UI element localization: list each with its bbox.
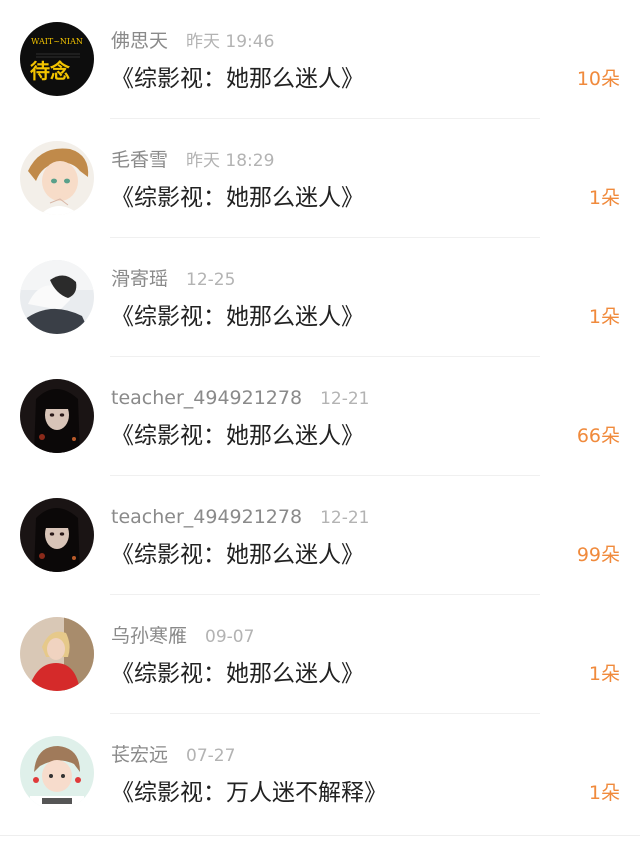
- wait-nian-logo-avatar[interactable]: WAIT~NIAN 待念: [20, 22, 94, 96]
- book-title[interactable]: 《综影视：万人迷不解释》: [111, 774, 387, 812]
- book-title[interactable]: 《综影视：她那么迷人》: [111, 298, 364, 336]
- avatar-logo-text: WAIT~NIAN: [31, 37, 83, 46]
- user-name[interactable]: 苌宏远: [111, 744, 168, 766]
- user-name[interactable]: teacher_494921278: [111, 506, 302, 528]
- gift-count: 10朵: [576, 68, 620, 90]
- gift-record-list: WAIT~NIAN 待念 佛思天 昨天 19:46 《综影视：她那么迷人》 10朵: [0, 0, 640, 846]
- timestamp: 昨天 19:46: [186, 32, 275, 52]
- gift-count: 99朵: [576, 544, 620, 566]
- cartoon-kid-avatar[interactable]: [20, 736, 94, 810]
- gift-count: 1朵: [588, 782, 620, 804]
- book-title[interactable]: 《综影视：她那么迷人》: [111, 60, 364, 98]
- timestamp: 09-07: [205, 627, 255, 647]
- timestamp: 07-27: [186, 746, 236, 766]
- dark-girl-avatar[interactable]: [20, 498, 94, 572]
- list-item[interactable]: teacher_494921278 12-21 《综影视：她那么迷人》 66朵: [0, 357, 640, 476]
- list-item[interactable]: 毛香雪 昨天 18:29 《综影视：她那么迷人》 1朵: [0, 119, 640, 238]
- divider: [0, 835, 640, 836]
- timestamp: 12-21: [320, 389, 370, 409]
- list-item[interactable]: 滑寄瑶 12-25 《综影视：她那么迷人》 1朵: [0, 238, 640, 357]
- book-title[interactable]: 《综影视：她那么迷人》: [111, 655, 364, 693]
- user-name[interactable]: 乌孙寒雁: [111, 625, 187, 647]
- list-item[interactable]: 苌宏远 07-27 《综影视：万人迷不解释》 1朵: [0, 714, 640, 833]
- dark-girl-avatar[interactable]: [20, 379, 94, 453]
- user-name[interactable]: 佛思天: [111, 30, 168, 52]
- user-name[interactable]: 毛香雪: [111, 149, 168, 171]
- photo-person-avatar[interactable]: [20, 260, 94, 334]
- list-item[interactable]: 乌孙寒雁 09-07 《综影视：她那么迷人》 1朵: [0, 595, 640, 714]
- book-title[interactable]: 《综影视：她那么迷人》: [111, 536, 364, 574]
- gift-count: 1朵: [588, 663, 620, 685]
- gift-count: 66朵: [576, 425, 620, 447]
- user-name[interactable]: teacher_494921278: [111, 387, 302, 409]
- gift-count: 1朵: [588, 306, 620, 328]
- timestamp: 12-21: [320, 508, 370, 528]
- timestamp: 12-25: [186, 270, 236, 290]
- gift-count: 1朵: [588, 187, 620, 209]
- red-dress-avatar[interactable]: [20, 617, 94, 691]
- avatar-logo-chars: 待念: [30, 59, 70, 83]
- book-title[interactable]: 《综影视：她那么迷人》: [111, 179, 364, 217]
- list-item[interactable]: teacher_494921278 12-21 《综影视：她那么迷人》 99朵: [0, 476, 640, 595]
- list-item[interactable]: WAIT~NIAN 待念 佛思天 昨天 19:46 《综影视：她那么迷人》 10朵: [0, 0, 640, 119]
- book-title[interactable]: 《综影视：她那么迷人》: [111, 417, 364, 455]
- anime-boy-avatar[interactable]: [20, 141, 94, 215]
- timestamp: 昨天 18:29: [186, 151, 275, 171]
- user-name[interactable]: 滑寄瑶: [111, 268, 168, 290]
